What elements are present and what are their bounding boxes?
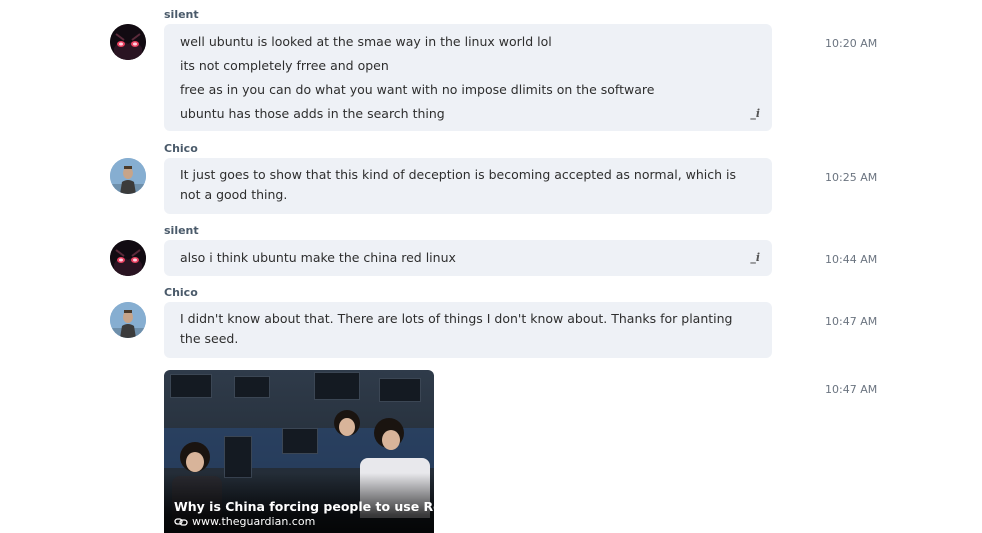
message-timestamp: 10:47 AM [825,383,878,396]
preview-image-monitor [282,428,318,454]
preview-image-monitor [314,372,360,400]
avatar-chico[interactable] [110,302,146,338]
message-timestamp: 10:47 AM [825,315,878,328]
avatar-silent[interactable] [110,240,146,276]
message-timestamp: 10:20 AM [825,37,878,50]
preview-image-face [186,452,204,472]
message-line: free as in you can do what you want with… [180,82,655,97]
message-bubble: It just goes to show that this kind of d… [164,158,772,214]
message-text: It just goes to show that this kind of d… [180,167,737,202]
avatar-chico[interactable] [110,158,146,194]
preview-image-face [339,418,355,436]
message-text: also i think ubuntu make the china red l… [180,250,456,265]
avatar-image [110,158,146,194]
edit-pencil-icon[interactable]: _i [748,108,760,120]
preview-image-face [382,430,400,450]
preview-image-monitor [170,374,212,398]
message-timestamp: 10:25 AM [825,171,878,184]
preview-image-monitor [234,376,270,398]
author-name[interactable]: Chico [164,142,198,155]
edit-pencil-icon[interactable]: _i [748,252,760,264]
author-name[interactable]: Chico [164,286,198,299]
preview-image-monitor [224,436,252,478]
link-icon [174,517,188,530]
author-name[interactable]: silent [164,224,199,237]
avatar-image [110,24,146,60]
message-line: well ubuntu is looked at the smae way in… [180,34,552,49]
link-preview-title[interactable]: Why is China forcing people to use Re... [174,499,434,514]
link-preview-domain: www.theguardian.com [192,515,316,528]
message-bubble: also i think ubuntu make the china red l… [164,240,772,276]
link-preview-card[interactable]: Why is China forcing people to use Re...… [164,370,434,533]
link-preview-domain-row[interactable]: www.theguardian.com [174,515,315,530]
avatar-image [110,240,146,276]
avatar-image [110,302,146,338]
message-line: ubuntu has those adds in the search thin… [180,106,445,121]
message-line: its not completely frree and open [180,58,389,73]
message-text: I didn't know about that. There are lots… [180,311,733,346]
preview-image-monitor [379,378,421,402]
message-timestamp: 10:44 AM [825,253,878,266]
avatar-silent[interactable] [110,24,146,60]
message-bubble: well ubuntu is looked at the smae way in… [164,24,772,131]
message-bubble: I didn't know about that. There are lots… [164,302,772,358]
author-name[interactable]: silent [164,8,199,21]
